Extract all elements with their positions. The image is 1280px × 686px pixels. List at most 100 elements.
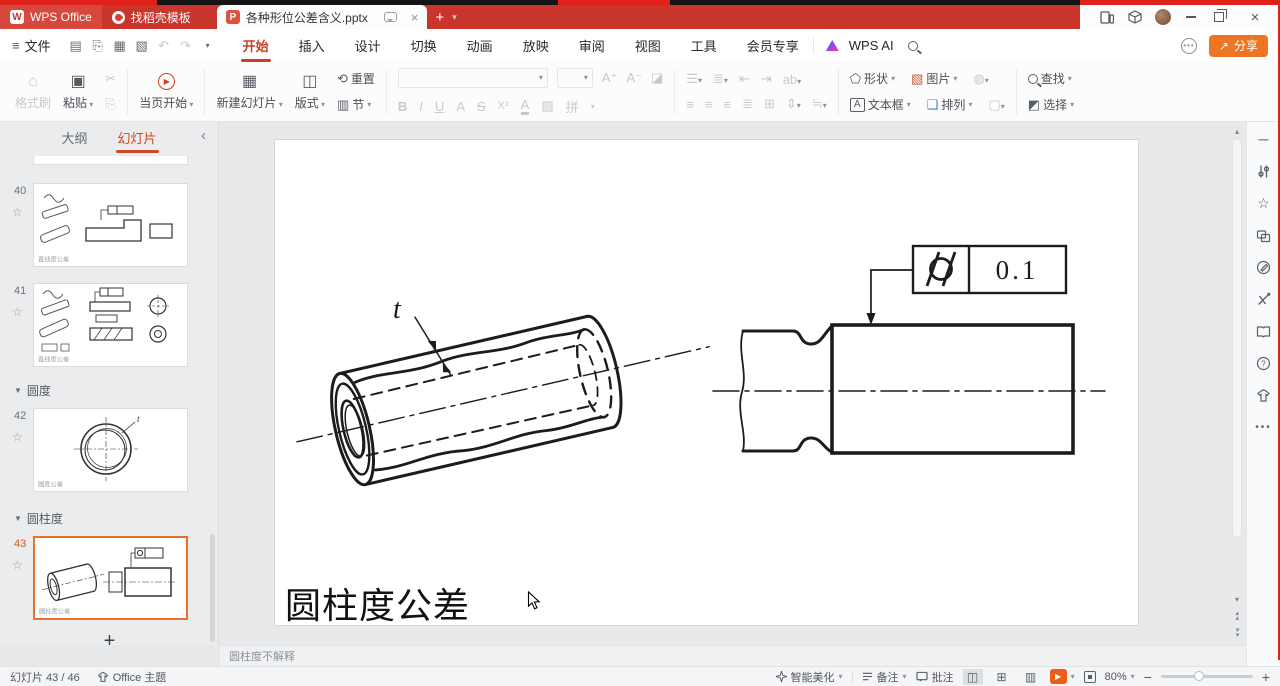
find-button[interactable]: 查找 ▾: [1027, 70, 1072, 87]
strikethrough-button[interactable]: S: [477, 99, 486, 114]
increase-indent-icon[interactable]: ⇥: [761, 71, 772, 87]
file-menu[interactable]: ≡ 文件: [12, 36, 51, 55]
close-tab-icon[interactable]: ×: [411, 10, 419, 25]
restore-button[interactable]: [1206, 7, 1232, 27]
document-tab[interactable]: P 各种形位公差含义.pptx ×: [216, 5, 428, 29]
smart-beautify-button[interactable]: 智能美化 ▾: [775, 669, 843, 685]
paragraph-spacing-icon[interactable]: ≒▾: [812, 96, 827, 112]
collapse-sidebar-icon[interactable]: ─: [1256, 131, 1272, 147]
align-left-icon[interactable]: ≡: [686, 97, 694, 112]
slide-thumbnail[interactable]: 直线度公差: [33, 183, 188, 267]
docer-resources-icon[interactable]: ☆: [1256, 195, 1272, 211]
slide-thumbnail[interactable]: 直线度公差: [33, 283, 188, 367]
zoom-in-button[interactable]: +: [1262, 669, 1270, 685]
section-roundness[interactable]: ▼ 圆度: [14, 382, 51, 399]
more-tools-icon[interactable]: •••: [1255, 419, 1272, 435]
new-slide-button[interactable]: ▦ 新建幻灯片 ▾: [216, 73, 282, 111]
slide-item-42[interactable]: 42 ☆ t 圆度公差: [0, 408, 219, 494]
tab-slideshow[interactable]: 放映: [521, 32, 551, 59]
bold-button[interactable]: B: [398, 99, 407, 114]
char-border-button[interactable]: A: [456, 99, 465, 114]
tab-member[interactable]: 会员专享: [745, 32, 801, 59]
decrease-font-icon[interactable]: A⁻: [626, 70, 642, 86]
font-family-combo[interactable]: ▾: [397, 67, 548, 88]
shapes-button[interactable]: ⬠ 形状 ▾: [850, 70, 895, 87]
avatar[interactable]: [1150, 7, 1176, 27]
justify-icon[interactable]: ≣: [742, 96, 753, 112]
export-icon[interactable]: ⎘: [87, 36, 109, 56]
scroll-down-icon[interactable]: ▾: [1230, 592, 1244, 606]
collapse-panel-icon[interactable]: ‹: [201, 127, 206, 144]
select-button[interactable]: ◩ 选择 ▾: [1028, 96, 1074, 113]
search-icon[interactable]: [907, 40, 918, 51]
star-icon[interactable]: ☆: [12, 558, 23, 572]
new-tab-button[interactable]: +: [427, 5, 452, 29]
superscript-button[interactable]: X²: [498, 100, 509, 112]
close-button[interactable]: ×: [1242, 7, 1268, 27]
section-cylindricity[interactable]: ▼ 圆柱度: [14, 510, 63, 527]
smart-tools-icon[interactable]: [1256, 291, 1272, 307]
tab-animation[interactable]: 动画: [465, 32, 495, 59]
text-direction-icon[interactable]: ab▾: [783, 72, 801, 87]
reset-button[interactable]: ⟲ 重置: [337, 70, 375, 87]
tab-transition[interactable]: 切换: [409, 32, 439, 59]
tab-list-caret-icon[interactable]: ▾: [452, 5, 457, 29]
underline-button[interactable]: U: [435, 99, 444, 114]
fill-color-icon[interactable]: ◍▾: [973, 71, 988, 87]
previous-slide-icon[interactable]: ▴ ▴: [1230, 609, 1244, 623]
star-icon[interactable]: ☆: [12, 305, 23, 319]
italic-button[interactable]: I: [419, 99, 423, 114]
decrease-indent-icon[interactable]: ⇤: [739, 71, 750, 87]
tab-slides[interactable]: 幻灯片: [115, 124, 159, 153]
object-properties-icon[interactable]: [1256, 163, 1272, 179]
vertical-scrollbar[interactable]: ▴ ▾ ▴ ▴ ▾ ▾: [1230, 122, 1244, 645]
outline-color-icon[interactable]: ▢▾: [988, 97, 1004, 113]
clear-format-icon[interactable]: ◪: [651, 70, 663, 86]
increase-font-icon[interactable]: A⁺: [602, 70, 618, 86]
slide-item-40[interactable]: 40 ☆ 直线度公差: [0, 183, 219, 269]
slide-title-textbox[interactable]: 圆柱度公差: [285, 577, 470, 629]
tab-design[interactable]: 设计: [353, 32, 383, 59]
font-size-combo[interactable]: ▾: [556, 67, 593, 88]
panel-scrollbar-thumb[interactable]: [210, 534, 215, 642]
docer-tab[interactable]: 找稻壳模板: [102, 5, 201, 29]
zoom-level[interactable]: 80% ▾: [1105, 671, 1135, 683]
chat-bubble-icon[interactable]: [383, 12, 397, 22]
highlight-button[interactable]: ▨: [541, 98, 553, 114]
feedback-icon[interactable]: •••: [1180, 37, 1197, 54]
tab-review[interactable]: 审阅: [577, 32, 607, 59]
slide-thumbnail-selected[interactable]: 圆柱度公差: [33, 536, 188, 620]
tab-view[interactable]: 视图: [633, 32, 663, 59]
fit-to-window-icon[interactable]: [1083, 670, 1096, 683]
play-from-current-button[interactable]: ▶ 当页开始 ▾: [139, 72, 193, 111]
section-button[interactable]: ▥ 节 ▾: [337, 96, 371, 113]
minimize-button[interactable]: [1178, 7, 1204, 27]
zoom-out-button[interactable]: −: [1144, 669, 1152, 685]
paste-button[interactable]: ▣ 粘贴 ▾: [63, 73, 93, 111]
notes-button[interactable]: 备注 ▾: [862, 669, 907, 685]
slide-item-43[interactable]: 43 ☆ 圆柱度公差: [0, 536, 219, 622]
quick-access-caret-icon[interactable]: ▾: [197, 36, 219, 56]
slide-thumbnail[interactable]: t 圆度公差: [33, 408, 188, 492]
slide-item-41[interactable]: 41 ☆ 直线度公差: [0, 283, 219, 369]
notes-bar[interactable]: 圆柱度不解释: [220, 645, 1246, 666]
line-spacing-icon[interactable]: ⇕▾: [786, 96, 801, 112]
print-icon[interactable]: ▦: [109, 36, 131, 56]
tab-tools[interactable]: 工具: [689, 32, 719, 59]
editing-canvas[interactable]: t 0.1 圆柱度公差 ▴ ▾ ▴ ▴ ▾ ▾: [220, 122, 1246, 645]
theme-button[interactable]: Office 主题: [97, 669, 166, 685]
textbox-button[interactable]: A 文本框 ▾: [849, 96, 911, 113]
slide-thumbnail-partial[interactable]: [33, 156, 188, 165]
redo-icon[interactable]: ↷: [175, 36, 197, 56]
next-slide-icon[interactable]: ▾ ▾: [1230, 626, 1244, 640]
switch-pages-icon[interactable]: [1256, 227, 1272, 243]
font-color-button[interactable]: A: [520, 97, 530, 115]
share-button[interactable]: ↗ 分享: [1208, 34, 1268, 57]
wps-home-tab[interactable]: W WPS Office: [0, 5, 102, 29]
add-slide-button[interactable]: +: [0, 630, 219, 653]
material-library-icon[interactable]: [1256, 323, 1272, 339]
zoom-slider[interactable]: [1160, 671, 1253, 681]
pinyin-button[interactable]: 拼: [566, 97, 579, 116]
format-painter-button[interactable]: ⌂ 格式刷: [15, 73, 51, 111]
scroll-up-icon[interactable]: ▴: [1230, 124, 1244, 138]
